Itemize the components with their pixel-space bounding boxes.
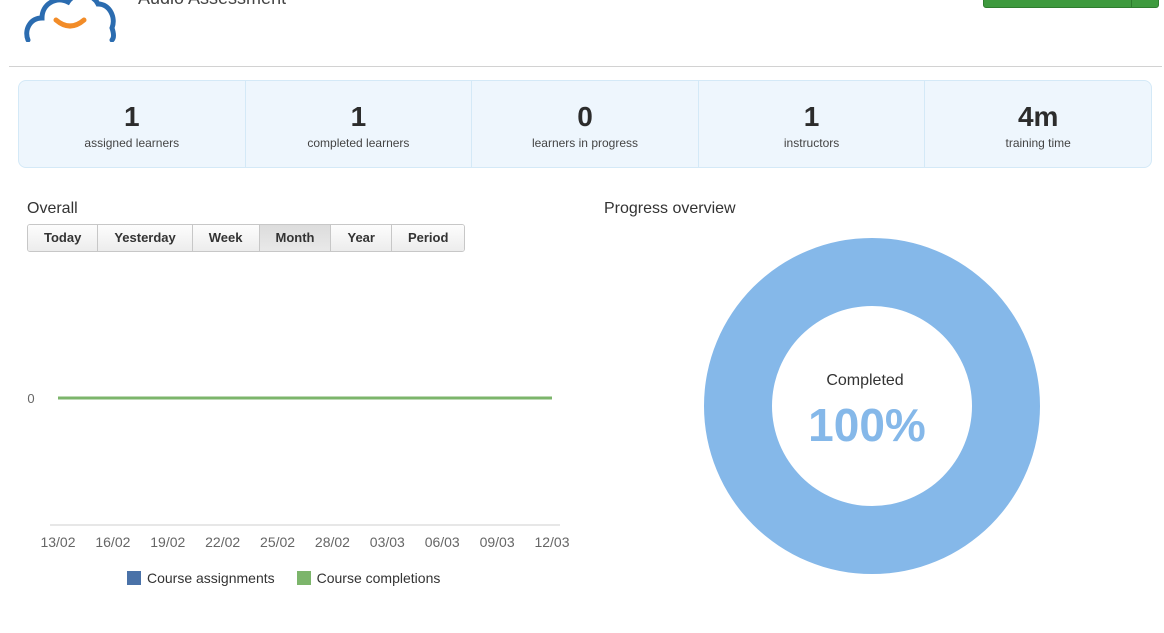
legend-item-completions[interactable]: Course completions [296,570,441,586]
stat-learners-in-progress: 0 learners in progress [472,81,699,167]
stat-label: completed learners [307,136,410,150]
x-tick-label: 03/03 [370,534,405,550]
stat-completed-learners: 1 completed learners [246,81,473,167]
course-title: Audio Assessment [138,0,286,9]
stat-instructors: 1 instructors [699,81,926,167]
filter-today[interactable]: Today [28,225,99,251]
x-tick-label: 19/02 [150,534,185,550]
legend-swatch [296,571,311,585]
stat-label: instructors [783,136,840,150]
chart-legend: Course assignments Course completions [127,570,462,586]
stat-value: 0 [577,101,593,132]
donut-center-label: Completed [826,372,903,389]
legend-label: Course completions [316,570,441,586]
filter-week[interactable]: Week [192,225,260,251]
x-tick-label: 25/02 [260,534,295,550]
donut-center-value: 100% [808,399,926,451]
progress-donut-chart: Completed 100% [704,237,1040,575]
filter-period[interactable]: Period [391,225,465,251]
y-tick-label: 0 [27,391,34,406]
x-tick-label: 13/02 [40,534,75,550]
stat-value: 1 [124,101,140,132]
stat-value: 1 [803,101,820,132]
cloud-logo-icon [24,0,116,42]
legend-item-assignments[interactable]: Course assignments [127,570,275,586]
legend-swatch [127,571,141,585]
stat-value: 1 [350,101,367,132]
filter-yesterday[interactable]: Yesterday [98,225,193,251]
filter-month[interactable]: Month [259,225,332,251]
overall-line-chart: 0 13/02 16/02 19/02 22/02 25/02 28/02 03/03 06/0… [27,391,569,550]
x-tick-label: 22/02 [205,534,240,550]
stat-training-time: 4m training time [925,81,1151,167]
period-filter-group: Today Yesterday Week Month Year Period [27,224,466,252]
x-tick-label: 16/02 [95,534,130,550]
stat-label: assigned learners [84,136,180,150]
stats-panel: 1 assigned learners 1 completed learners… [18,80,1152,168]
x-tick-label: 28/02 [315,534,350,550]
stat-value: 4m [1017,101,1059,132]
overall-title: Overall [27,200,78,217]
stat-label: learners in progress [531,136,639,150]
progress-title: Progress overview [604,200,736,217]
stat-assigned-learners: 1 assigned learners [19,81,246,167]
filter-year[interactable]: Year [331,225,392,251]
x-tick-label: 09/03 [480,534,515,550]
x-tick-label: 06/03 [425,534,460,550]
legend-label: Course assignments [147,570,275,586]
header-divider [9,66,1162,67]
stat-label: training time [1005,136,1071,150]
action-button[interactable] [983,0,1159,8]
x-tick-label: 12/03 [534,534,569,550]
